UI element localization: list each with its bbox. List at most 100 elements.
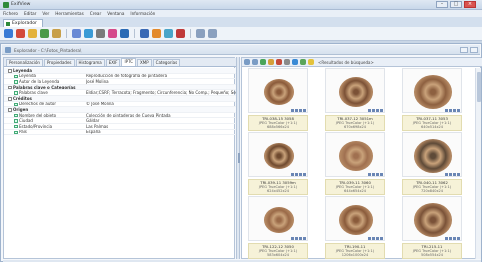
thumbnail-size: 688x566x24 [267,125,289,129]
thumbnail-item[interactable]: TRI-037-12 3051m JPEG TrueColor (+1:1) 670… [319,68,392,132]
pane-splitter[interactable] [236,57,240,259]
thumbnail-item[interactable]: TRI-037-11 3053 JPEG TrueColor (+1:1) 640x… [396,68,469,132]
thumbnail-image[interactable] [402,68,462,113]
maximize-button[interactable]: □ [450,1,462,8]
collapse-icon[interactable] [8,97,12,101]
flag-icon[interactable] [176,29,185,38]
details-icon[interactable] [152,29,161,38]
checkbox-icon[interactable] [14,130,18,135]
thumbnail-item[interactable]: TRI-215-11 JPEG TrueColor (+1:1) 508x554x2… [396,196,469,260]
delete-icon[interactable] [16,29,25,38]
tab-iptc[interactable]: IPTC [121,58,137,66]
thumbnail-item[interactable]: TRI-040-11 3062 JPEG TrueColor (+1:1) 720x… [396,132,469,196]
pintadera-photo [264,142,294,169]
menu-create[interactable]: Crear [90,11,101,16]
copy-icon[interactable] [40,29,49,38]
tab-exif[interactable]: EXIF [105,59,121,66]
status-icon [303,109,306,112]
thumbnail-image[interactable] [248,68,308,113]
thumbnail-image[interactable] [248,132,308,177]
menu-window[interactable]: Ventana [107,11,124,16]
thumbnail-image[interactable] [402,132,462,177]
thumbnail-item[interactable]: TRI-190-11 JPEG TrueColor (+1:1) 1206x1000… [319,196,392,260]
explorer-restore-button[interactable] [460,47,468,53]
print-icon[interactable] [96,29,105,38]
rotate-right-icon[interactable] [84,29,93,38]
splitter-grip[interactable] [237,153,240,163]
thumbnail-image[interactable] [248,196,308,241]
checkbox-icon[interactable] [14,80,18,84]
thumbnail-item[interactable]: TRI-039-11 3060 JPEG TrueColor (+1:1) 644x… [319,132,392,196]
metadata-row[interactable]: País España [4,130,236,136]
pintadera-photo [339,140,373,171]
sort-icon[interactable] [292,59,298,65]
collapse-icon[interactable] [8,85,12,90]
checkbox-icon[interactable] [14,102,18,107]
scrollbar-thumb[interactable] [477,72,481,102]
filter-icon[interactable] [300,59,306,65]
checkbox-icon[interactable] [14,113,18,118]
tab-xmp[interactable]: XMP [137,59,152,66]
explorer-close-button[interactable] [470,47,478,53]
rotate-left-icon[interactable] [72,29,81,38]
help-icon[interactable] [208,29,217,38]
metadata-key: Nombre del objeto [19,112,57,118]
status-icon [380,173,383,176]
thumbnails-icon[interactable] [140,29,149,38]
save-icon[interactable] [120,29,129,38]
tab-explorer[interactable]: Explorador [3,19,43,27]
settings-icon[interactable] [196,29,205,38]
search-results-label[interactable]: <Resultados de búsqueda> [318,60,374,65]
thumbnail-item[interactable]: TRI-039-11 3059m JPEG TrueColor (+1:1) 624… [242,132,315,196]
status-icon [380,237,383,240]
thumbnail-panel: <Resultados de búsqueda> TRI-038-15 3058… [241,57,482,260]
favorite-icon[interactable] [308,59,314,65]
status-icon [368,237,371,240]
metadata-key: Leyenda [13,68,32,73]
tab-personalización[interactable]: Personalización [6,59,43,66]
checkbox-icon[interactable] [14,91,18,95]
pintadera-photo [264,206,294,233]
remove-icon[interactable] [276,59,282,65]
refresh-icon[interactable] [28,29,37,38]
checkbox-icon[interactable] [14,74,18,79]
close-button[interactable]: × [464,1,476,8]
menu-info[interactable]: Información [130,11,155,16]
tab-histograma[interactable]: Histograma [75,59,105,66]
metadata-key: Origen [13,107,29,112]
tab-categorías[interactable]: Categorías [152,59,181,66]
map-icon[interactable] [164,29,173,38]
thumbnail-image[interactable] [325,68,385,113]
thumbnail-size: 670x698x24 [344,125,366,129]
checkbox-icon[interactable] [14,119,18,123]
minimize-button[interactable]: – [436,1,448,8]
thumbnail-item[interactable]: TRI-122-12 3050 JPEG TrueColor (+1:1) 583x… [242,196,315,260]
forward-icon[interactable] [252,59,258,65]
thumbnail-item[interactable]: TRI-038-15 3058 JPEG TrueColor (+1:1) 688x… [242,68,315,132]
new-folder-icon[interactable] [268,59,274,65]
menu-file[interactable]: Fichero [3,11,18,16]
move-icon[interactable] [52,29,61,38]
folder-icon[interactable] [4,29,13,38]
thumbnail-caption: TRI-040-11 3062 JPEG TrueColor (+1:1) 720x… [402,179,462,195]
thumbnail-image[interactable] [402,196,462,241]
menu-tools[interactable]: Herramientas [55,11,84,16]
tab-propiedades[interactable]: Propiedades [43,59,75,66]
checkbox-icon[interactable] [14,124,18,129]
collapse-icon[interactable] [8,108,12,112]
status-icon [445,237,448,240]
thumbnail-caption: TRI-122-12 3050 JPEG TrueColor (+1:1) 583x… [248,243,308,259]
menu-edit[interactable]: Editar [24,11,36,16]
thumbnail-image[interactable] [325,196,385,241]
view-mode-icon[interactable] [284,59,290,65]
metadata-key: País [19,129,27,135]
thumbnail-image[interactable] [325,132,385,177]
menu-view[interactable]: Ver [42,11,49,16]
explorer-icon [6,21,10,26]
up-icon[interactable] [260,59,266,65]
back-icon[interactable] [244,59,250,65]
status-icon [453,173,456,176]
thumbnail-scrollbar[interactable] [475,68,481,259]
slideshow-icon[interactable] [108,29,117,38]
collapse-icon[interactable] [8,69,12,73]
